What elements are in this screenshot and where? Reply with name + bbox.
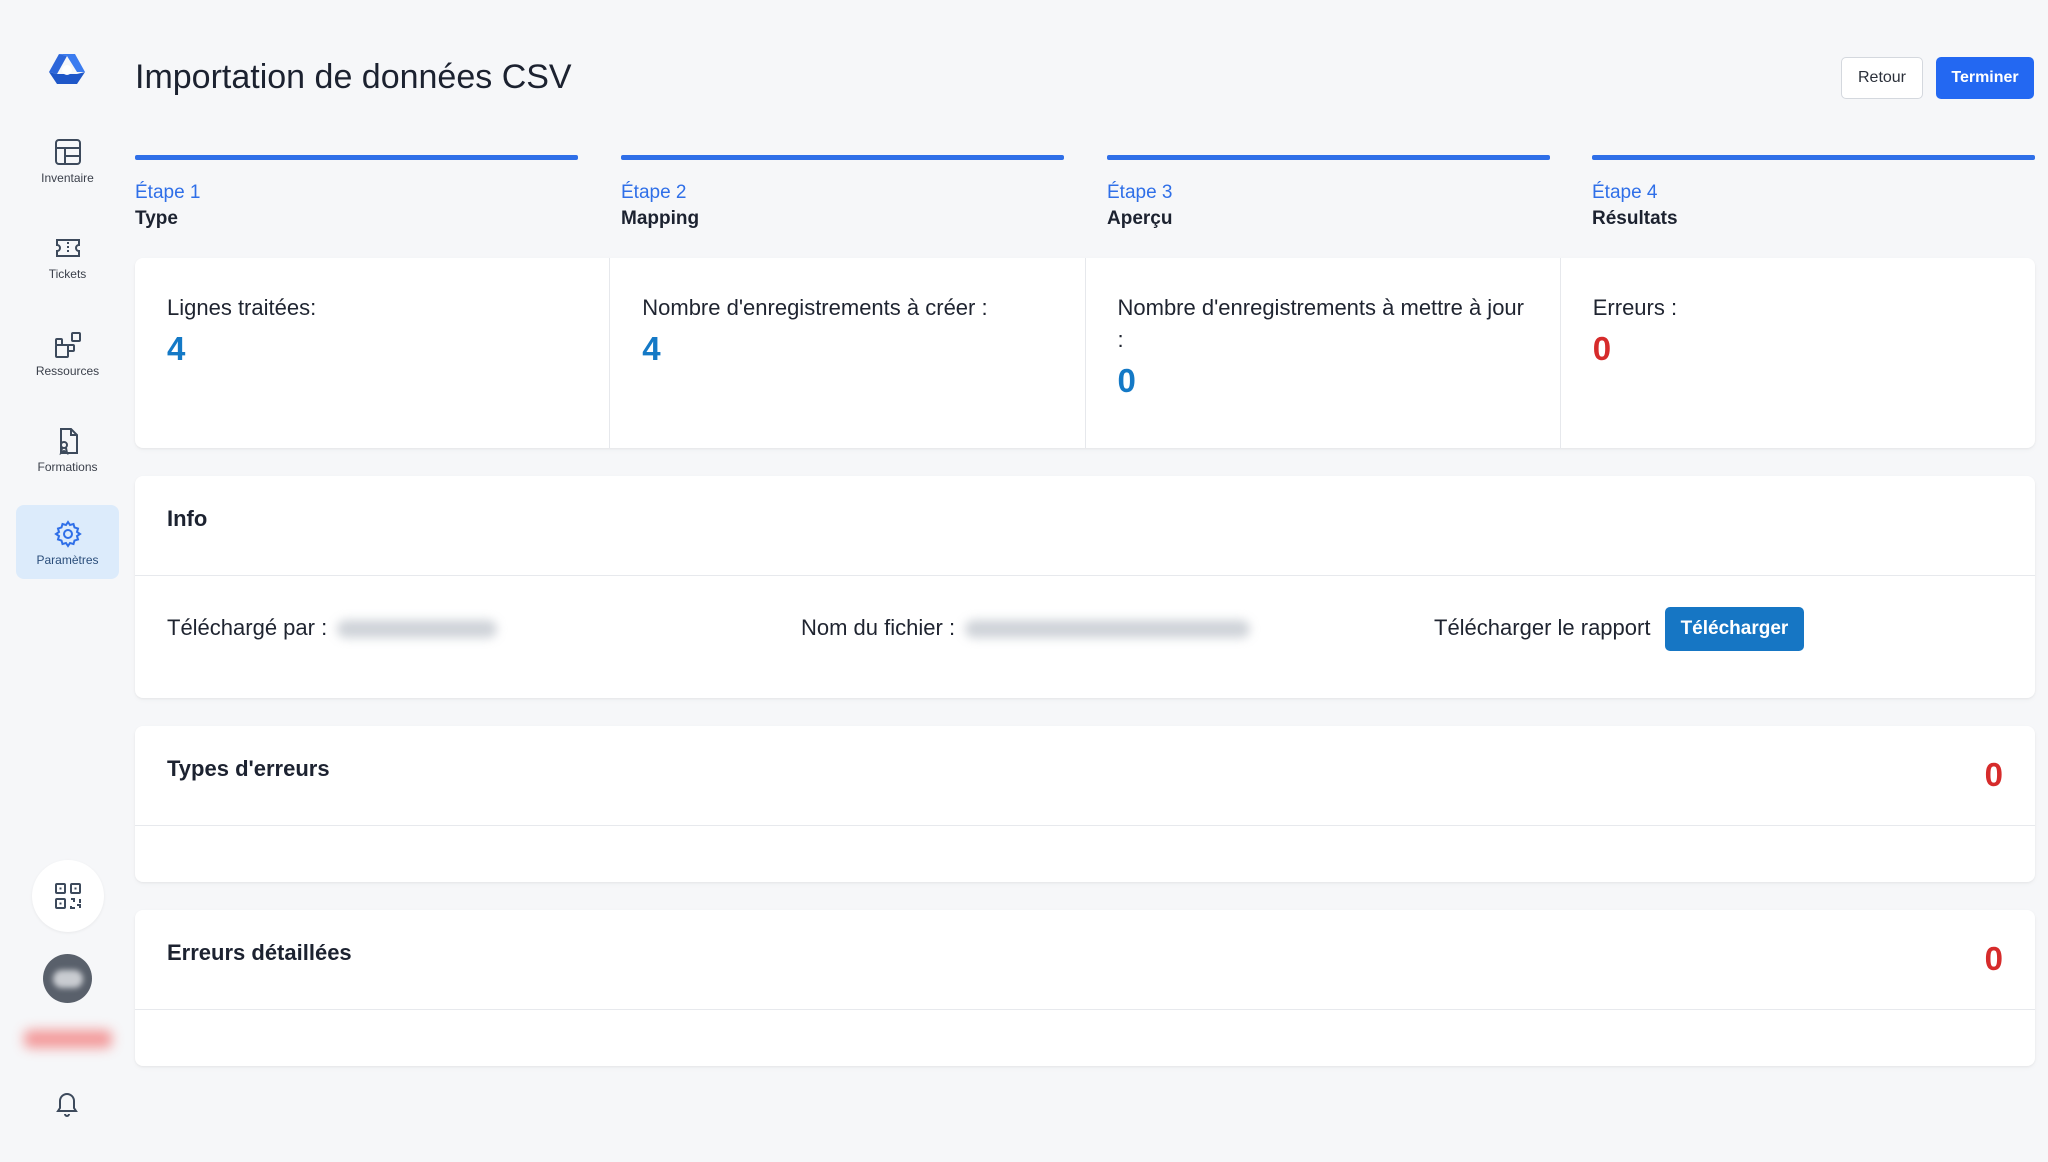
download-report-button[interactable]: Télécharger	[1664, 607, 1805, 652]
import-stats-card: Lignes traitées: 4 Nombre d'enregistreme…	[135, 258, 2035, 448]
step-progress-bar	[1107, 155, 1550, 160]
back-button[interactable]: Retour	[1841, 57, 1923, 99]
step-number: Étape 2	[621, 182, 687, 203]
step-name: Type	[135, 208, 178, 229]
stat-value: 4	[642, 330, 661, 367]
uploaded-by-label: Téléchargé par :	[167, 615, 328, 640]
sidebar-item-parametres[interactable]: Paramètres	[16, 505, 119, 579]
error-details-title: Erreurs détaillées	[167, 940, 352, 965]
step-number: Étape 3	[1107, 182, 1173, 203]
info-card-header: Info	[135, 476, 2035, 576]
page-title: Importation de données CSV	[135, 58, 572, 96]
stat-label: Lignes traitées:	[167, 295, 317, 320]
error-types-count: 0	[1984, 756, 2003, 793]
uploaded-by: Téléchargé par :	[167, 606, 498, 650]
error-types-header[interactable]: Types d'erreurs 0	[135, 726, 2035, 826]
error-details-card: Erreurs détaillées 0	[135, 910, 2035, 1066]
step-name: Résultats	[1592, 208, 1678, 229]
resources-icon	[54, 332, 81, 358]
step-progress-bar	[135, 155, 578, 160]
step-3[interactable]: Étape 3 Aperçu	[1107, 155, 1550, 230]
sidebar-item-label: Paramètres	[36, 553, 99, 567]
stat-records-to-update: Nombre d'enregistrements à mettre à jour…	[1084, 258, 1560, 448]
stat-value: 4	[167, 330, 186, 367]
ticket-icon	[55, 239, 80, 257]
file-name-redacted	[965, 620, 1251, 639]
training-icon	[59, 428, 78, 456]
user-avatar[interactable]	[43, 954, 92, 1003]
finish-button[interactable]: Terminer	[1936, 57, 2034, 99]
file-name-label: Nom du fichier :	[801, 615, 956, 640]
report-label: Télécharger le rapport	[1434, 615, 1651, 640]
sidebar: Inventaire Tickets Ressources Formations	[0, 0, 134, 1162]
stat-value: 0	[1117, 362, 1136, 399]
sidebar-item-label: Tickets	[48, 267, 87, 281]
sidebar-item-label: Inventaire	[41, 171, 94, 185]
error-details-count: 0	[1984, 940, 2003, 977]
sidebar-item-inventaire[interactable]: Inventaire	[16, 123, 119, 197]
step-4[interactable]: Étape 4 Résultats	[1592, 155, 2035, 230]
info-title: Info	[167, 506, 208, 531]
stat-label: Nombre d'enregistrements à créer :	[642, 295, 988, 320]
sidebar-item-tickets[interactable]: Tickets	[16, 219, 119, 293]
file-name: Nom du fichier :	[801, 606, 1251, 650]
qr-code-icon	[55, 883, 81, 909]
sidebar-item-label: Formations	[37, 460, 98, 474]
sidebar-item-label: Ressources	[35, 364, 100, 378]
step-2[interactable]: Étape 2 Mapping	[621, 155, 1064, 230]
stat-errors: Erreurs : 0	[1559, 258, 2035, 448]
stat-label: Erreurs :	[1592, 295, 1678, 320]
sidebar-item-ressources[interactable]: Ressources	[16, 316, 119, 390]
stat-label: Nombre d'enregistrements à mettre à jour…	[1117, 295, 1524, 352]
info-card: Info Téléchargé par : Nom du fichier : T…	[135, 476, 2035, 698]
error-details-header[interactable]: Erreurs détaillées 0	[135, 910, 2035, 1010]
stat-processed-lines: Lignes traitées: 4	[135, 258, 609, 448]
user-name-redacted	[24, 1030, 112, 1048]
error-types-title: Types d'erreurs	[167, 756, 330, 781]
app-logo-icon[interactable]	[47, 50, 87, 90]
uploader-name-redacted	[337, 620, 498, 639]
step-1[interactable]: Étape 1 Type	[135, 155, 578, 230]
info-row: Téléchargé par : Nom du fichier : Téléch…	[135, 606, 2035, 652]
bell-icon[interactable]	[52, 1087, 82, 1117]
step-progress-bar	[621, 155, 1064, 160]
report-download: Télécharger le rapport Télécharger	[1434, 606, 1805, 652]
step-name: Mapping	[621, 208, 700, 229]
error-types-card: Types d'erreurs 0	[135, 726, 2035, 882]
step-progress-bar	[1592, 155, 2035, 160]
step-name: Aperçu	[1107, 208, 1173, 229]
sidebar-item-formations[interactable]: Formations	[16, 412, 119, 486]
step-number: Étape 4	[1592, 182, 1658, 203]
table-icon	[54, 139, 81, 165]
stat-records-to-create: Nombre d'enregistrements à créer : 4	[609, 258, 1084, 448]
stat-value: 0	[1592, 330, 1612, 367]
qr-scan-button[interactable]	[32, 860, 104, 932]
gear-icon	[53, 520, 82, 548]
step-number: Étape 1	[135, 182, 201, 203]
